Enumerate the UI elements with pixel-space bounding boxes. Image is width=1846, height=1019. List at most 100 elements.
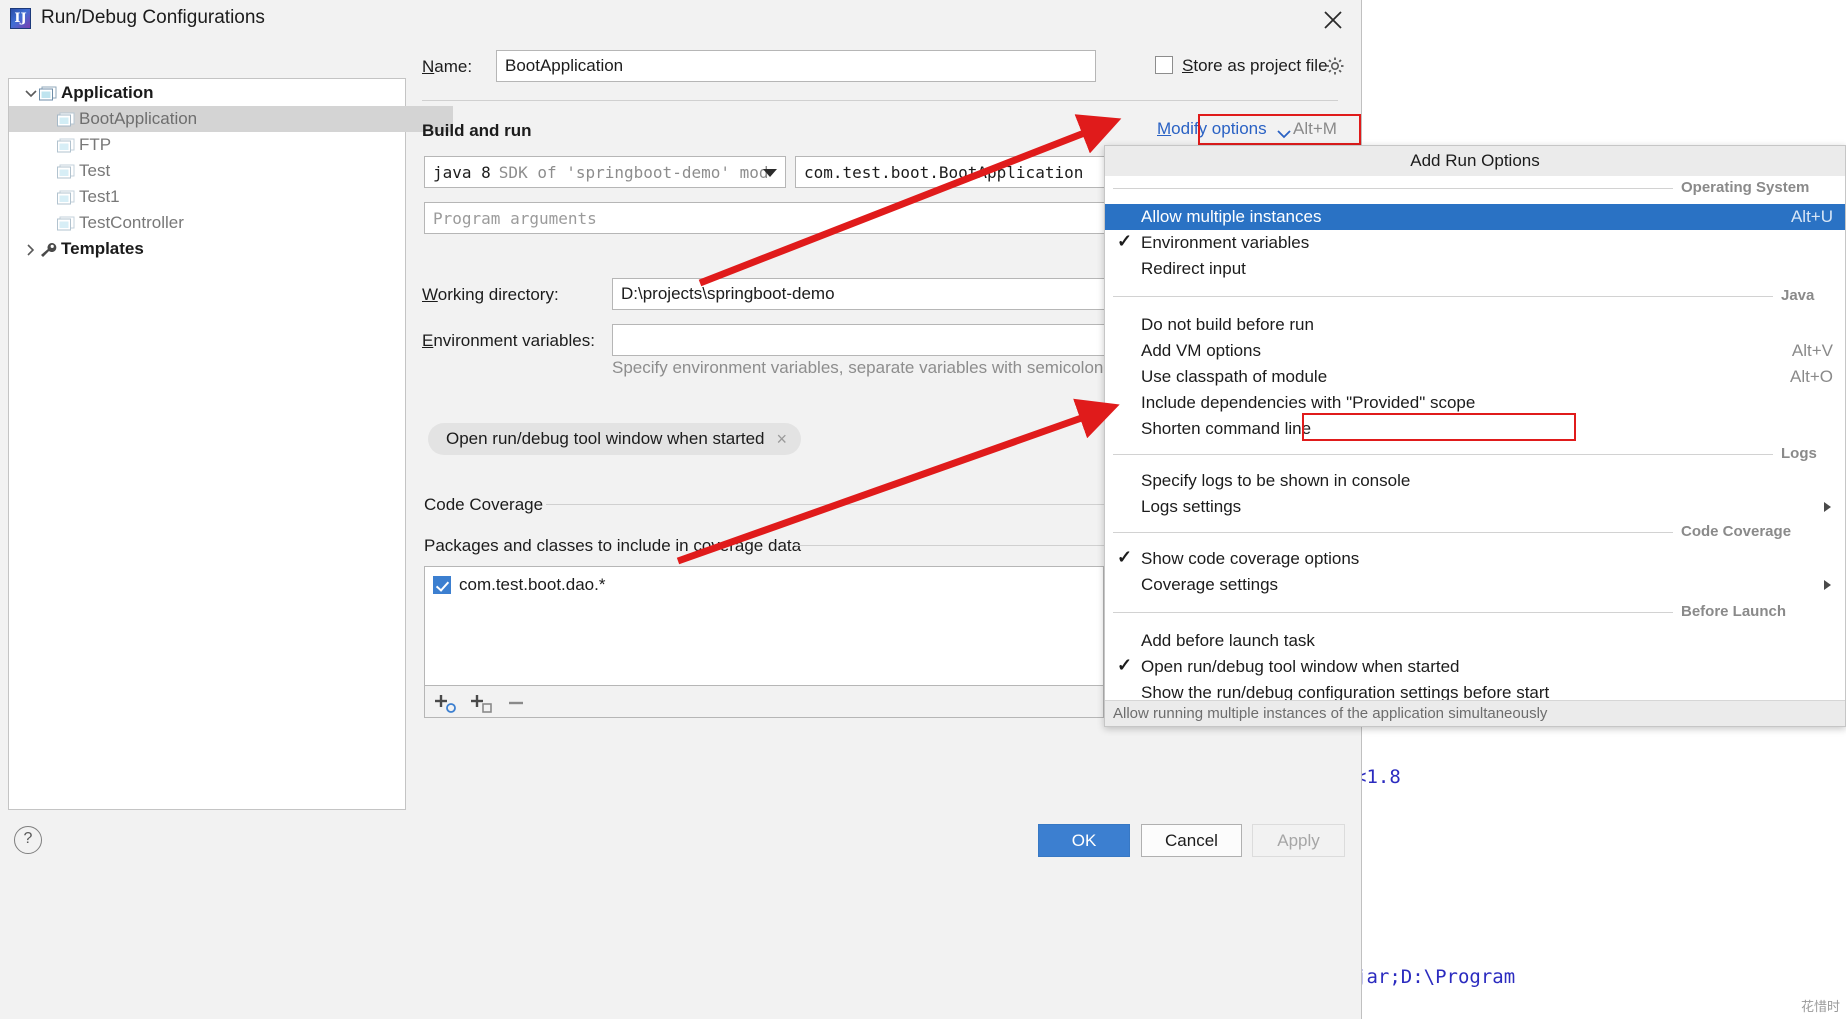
- menu-item-label: Include dependencies with "Provided" sco…: [1141, 393, 1476, 412]
- tree-item-label: BootApplication: [79, 109, 198, 128]
- menu-section-before-launch: Before Launch: [1105, 602, 1845, 622]
- menu-section-caption: Code Coverage: [1673, 523, 1800, 540]
- chevron-down-icon[interactable]: [21, 84, 39, 102]
- menu-item-allow-multiple-instances[interactable]: Allow multiple instances Alt+U: [1105, 204, 1845, 230]
- wrench-icon: [39, 242, 57, 257]
- menu-item-label: Add VM options: [1141, 341, 1262, 360]
- jdk-combobox[interactable]: java 8 SDK of 'springboot-demo' mod: [424, 156, 786, 188]
- chevron-right-icon[interactable]: [21, 240, 39, 258]
- program-arguments-placeholder: Program arguments: [433, 208, 597, 228]
- environment-variables-mnemonic: E: [422, 331, 434, 350]
- check-icon: ✓: [1117, 231, 1133, 251]
- gear-icon[interactable]: [1325, 56, 1345, 81]
- tree-item-test[interactable]: Test: [9, 158, 453, 184]
- tree-item-label: FTP: [79, 135, 112, 154]
- environment-variables-input[interactable]: [612, 324, 1112, 356]
- tree-item-label: Templates: [61, 239, 144, 258]
- add-run-options-menu[interactable]: Add Run Options Operating System Allow m…: [1104, 145, 1846, 727]
- menu-item-shortcut: Alt+U: [1790, 207, 1833, 226]
- tree-item-label: TestController: [79, 213, 184, 232]
- menu-item-shortcut: Alt+O: [1790, 367, 1833, 386]
- working-directory-input[interactable]: D:\projects\springboot-demo: [612, 278, 1112, 310]
- menu-section-caption: Operating System: [1673, 179, 1818, 196]
- jdk-value-rest: SDK of 'springboot-demo' mod: [498, 162, 769, 182]
- menu-item-add-vm-options[interactable]: Add VM options Alt+V: [1105, 338, 1845, 364]
- submenu-arrow-icon: [1824, 502, 1831, 512]
- tree-item-test1[interactable]: Test1: [9, 184, 453, 210]
- environment-variables-rest: nvironment variables:: [433, 331, 595, 350]
- open-tool-window-tag[interactable]: Open run/debug tool window when started …: [428, 423, 801, 455]
- close-icon[interactable]: ×: [776, 429, 787, 450]
- name-label-mnemonic: N: [422, 57, 435, 76]
- menu-item-label: Logs settings: [1141, 497, 1242, 516]
- add-class-button[interactable]: [469, 692, 493, 719]
- name-input[interactable]: BootApplication: [496, 50, 1096, 82]
- menu-section-caption: Before Launch: [1673, 603, 1795, 620]
- menu-item-include-provided-dependencies[interactable]: Include dependencies with "Provided" sco…: [1105, 390, 1845, 416]
- menu-item-do-not-build-before-run[interactable]: Do not build before run: [1105, 312, 1845, 338]
- watermark: 花惜时: [1800, 999, 1840, 1014]
- menu-item-specify-logs[interactable]: Specify logs to be shown in console: [1105, 468, 1845, 494]
- menu-item-label: Shorten command line: [1141, 419, 1312, 438]
- menu-section-java: Java: [1105, 286, 1845, 306]
- working-directory-label: Working directory:: [422, 285, 559, 305]
- application-icon: [57, 112, 75, 127]
- background-code-line-2: jar;D:\Program: [1355, 966, 1516, 988]
- application-icon: [57, 216, 75, 231]
- menu-item-label: Specify logs to be shown in console: [1141, 471, 1411, 490]
- cancel-button[interactable]: Cancel: [1141, 824, 1242, 857]
- checkbox-checked-icon[interactable]: [433, 576, 451, 594]
- menu-item-label: Open run/debug tool window when started: [1141, 657, 1460, 676]
- application-icon: [57, 190, 75, 205]
- add-package-button[interactable]: [433, 692, 457, 719]
- environment-variables-label: Environment variables:: [422, 331, 595, 351]
- modify-options-mnemonic: M: [1157, 119, 1172, 138]
- check-icon: ✓: [1117, 655, 1133, 675]
- name-label: Name:: [422, 57, 472, 77]
- coverage-patterns-list[interactable]: com.test.boot.dao.*: [424, 566, 1104, 686]
- menu-item-open-tool-window-when-started[interactable]: ✓ Open run/debug tool window when starte…: [1105, 654, 1845, 680]
- divider-top: [422, 100, 1338, 101]
- menu-item-label: Environment variables: [1141, 233, 1310, 252]
- remove-pattern-button[interactable]: [505, 692, 529, 719]
- tree-item-testcontroller[interactable]: TestController: [9, 210, 453, 236]
- menu-item-add-before-launch-task[interactable]: Add before launch task: [1105, 628, 1845, 654]
- coverage-pattern-label: com.test.boot.dao.*: [459, 575, 606, 594]
- working-directory-mnemonic: W: [422, 285, 438, 304]
- code-coverage-title: Code Coverage: [424, 495, 544, 514]
- coverage-list-toolbar: [424, 686, 1104, 718]
- working-directory-rest: orking directory:: [437, 285, 559, 304]
- main-class-value: com.test.boot.BootApplication: [804, 162, 1084, 182]
- menu-item-shorten-command-line[interactable]: Shorten command line: [1105, 416, 1845, 442]
- menu-item-label: Redirect input: [1141, 259, 1246, 278]
- application-icon: [57, 164, 75, 179]
- menu-item-redirect-input[interactable]: Redirect input: [1105, 256, 1845, 282]
- list-item[interactable]: com.test.boot.dao.*: [433, 575, 605, 595]
- menu-item-shortcut: Alt+V: [1791, 341, 1833, 360]
- program-arguments-input[interactable]: Program arguments: [424, 202, 1124, 234]
- store-label-mnemonic: S: [1182, 56, 1194, 75]
- store-as-project-file-checkbox[interactable]: [1155, 56, 1173, 74]
- packages-title: Packages and classes to include in cover…: [424, 536, 802, 555]
- menu-item-show-code-coverage-options[interactable]: ✓ Show code coverage options: [1105, 546, 1845, 572]
- chevron-down-icon[interactable]: [763, 169, 777, 177]
- environment-variables-hint: Specify environment variables, separate …: [612, 358, 1133, 377]
- working-directory-value: D:\projects\springboot-demo: [621, 284, 835, 303]
- menu-item-use-classpath-of-module[interactable]: Use classpath of module Alt+O: [1105, 364, 1845, 390]
- ok-button[interactable]: OK: [1038, 824, 1130, 857]
- menu-item-coverage-settings[interactable]: Coverage settings: [1105, 572, 1845, 598]
- tree-item-application[interactable]: Application: [9, 80, 417, 106]
- apply-button[interactable]: Apply: [1252, 824, 1345, 857]
- close-icon[interactable]: [1313, 4, 1353, 36]
- configurations-tree[interactable]: Application BootApplication FTP Test Tes…: [8, 78, 453, 810]
- tree-item-bootapplication[interactable]: BootApplication: [9, 106, 453, 132]
- tree-item-label: Application: [61, 83, 154, 102]
- menu-section-caption: Logs: [1773, 445, 1825, 462]
- tree-item-templates[interactable]: Templates: [9, 236, 417, 262]
- help-button[interactable]: ?: [14, 826, 42, 854]
- menu-header: Add Run Options: [1105, 146, 1845, 176]
- tree-item-ftp[interactable]: FTP: [9, 132, 453, 158]
- menu-item-environment-variables[interactable]: ✓ Environment variables: [1105, 230, 1845, 256]
- menu-item-logs-settings[interactable]: Logs settings: [1105, 494, 1845, 520]
- menu-section-caption: Java: [1773, 287, 1823, 304]
